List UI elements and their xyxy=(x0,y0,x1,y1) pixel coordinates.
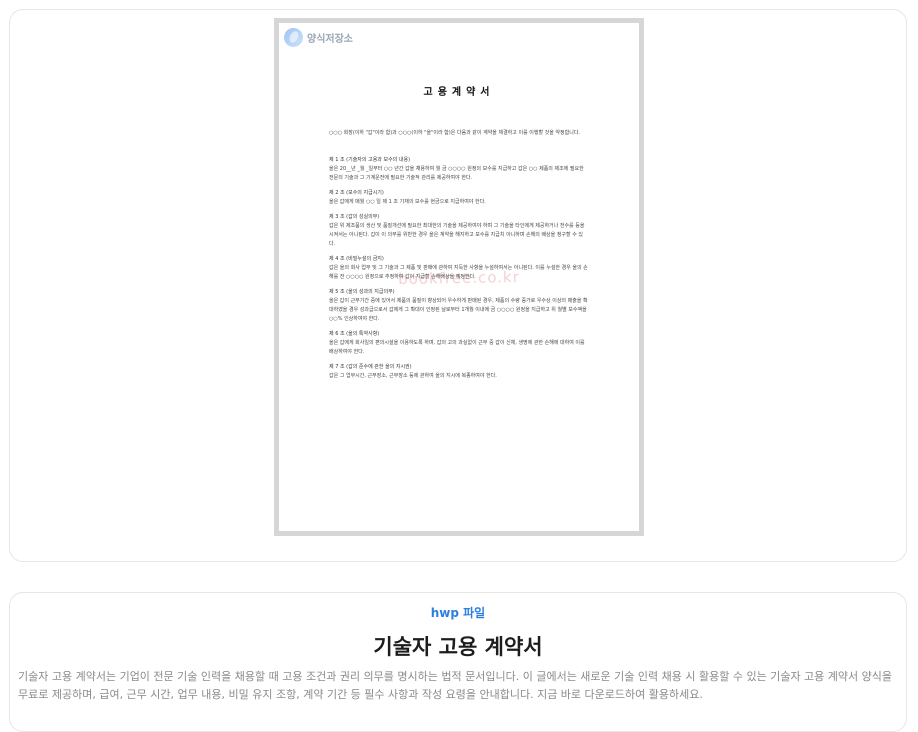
document-intro: ○○○ 회장(이하 "갑"이라 함)과 ○○○(이하 "을"이라 함)은 다음과… xyxy=(329,130,581,136)
article-text: 을은 갑에게 매월 ○○ 일 제 1 조 기재의 보수를 현금으로 지급하여야 … xyxy=(329,199,486,205)
article: 제 3 조 (갑의 성실의무) 갑은 위 제조품의 생산 및 품질개선에 필요한… xyxy=(329,213,589,249)
document-body: ○○○ 회장(이하 "갑"이라 함)과 ○○○(이하 "을"이라 함)은 다음과… xyxy=(329,129,589,387)
article-heading: 제 7 조 (갑의 준수에 관한 을의 지시권) xyxy=(329,364,412,370)
article: 제 4 조 (비밀누설의 금지) 갑은 을의 회사 업무 및 그 기술과 그 제… xyxy=(329,255,589,282)
preview-card: 양식저장소 고용계약서 bookfree.co.kr ○○○ 회장(이하 "갑"… xyxy=(9,9,907,562)
info-card: hwp 파일 기술자 고용 계약서 기술자 고용 계약서는 기업이 전문 기술 … xyxy=(9,592,907,732)
page-title: 기술자 고용 계약서 xyxy=(373,635,543,659)
article-text: 을은 갑에게 회사일의 편의시설을 이용하도록 하며, 갑의 고의 과실없이 근… xyxy=(329,340,585,355)
article-heading: 제 5 조 (을의 성과의 지급의무) xyxy=(329,289,395,295)
article: 제 7 조 (갑의 준수에 관한 을의 지시권) 갑은 그 업무시간, 근무장소… xyxy=(329,363,589,381)
document-preview[interactable]: 양식저장소 고용계약서 bookfree.co.kr ○○○ 회장(이하 "갑"… xyxy=(274,18,644,536)
site-logo: 양식저장소 xyxy=(284,28,353,47)
logo-icon xyxy=(284,28,303,47)
document-page: 양식저장소 고용계약서 bookfree.co.kr ○○○ 회장(이하 "갑"… xyxy=(279,23,639,531)
description-text: 기술자 고용 계약서는 기업이 전문 기술 인력을 채용할 때 고용 조건과 권… xyxy=(18,670,893,701)
article-heading: 제 3 조 (갑의 성실의무) xyxy=(329,214,380,220)
article-text: 갑은 을의 회사 업무 및 그 기술과 그 제품 및 판매에 관하여 지득한 사… xyxy=(329,265,588,280)
article: 제 2 조 (보수의 지급시기) 을은 갑에게 매월 ○○ 일 제 1 조 기재… xyxy=(329,189,589,207)
article-text: 갑은 그 업무시간, 근무장소, 근무장소 등에 관하여 을의 지시에 복종하여… xyxy=(329,373,497,379)
article-text: 갑은 위 제조품의 생산 및 품질개선에 필요한 최대한의 기술을 제공하여야 … xyxy=(329,223,585,247)
article: 제 1 조 (기술자의 고용과 보수의 내용) 을은 20__년 _월 _일부터… xyxy=(329,156,589,183)
article-text: 을은 갑이 근무기간 중에 있어서 제품의 품질이 향상되어 우수하게 판매된 … xyxy=(329,298,588,322)
file-type-label: hwp 파일 xyxy=(430,606,486,620)
article-heading: 제 1 조 (기술자의 고용과 보수의 내용) xyxy=(329,157,411,163)
article-heading: 제 6 조 (을의 특약사항) xyxy=(329,331,380,337)
article: 제 5 조 (을의 성과의 지급의무) 을은 갑이 근무기간 중에 있어서 제품… xyxy=(329,288,589,324)
article-heading: 제 4 조 (비밀누설의 금지) xyxy=(329,256,384,262)
article-heading: 제 2 조 (보수의 지급시기) xyxy=(329,190,384,196)
logo-text: 양식저장소 xyxy=(307,34,353,45)
article: 제 6 조 (을의 특약사항) 을은 갑에게 회사일의 편의시설을 이용하도록 … xyxy=(329,330,589,357)
document-title: 고용계약서 xyxy=(423,87,495,98)
article-text: 을은 20__년 _월 _일부터 ○○ 년간 갑을 채용하여 월 금 ○○○○ … xyxy=(329,166,584,181)
